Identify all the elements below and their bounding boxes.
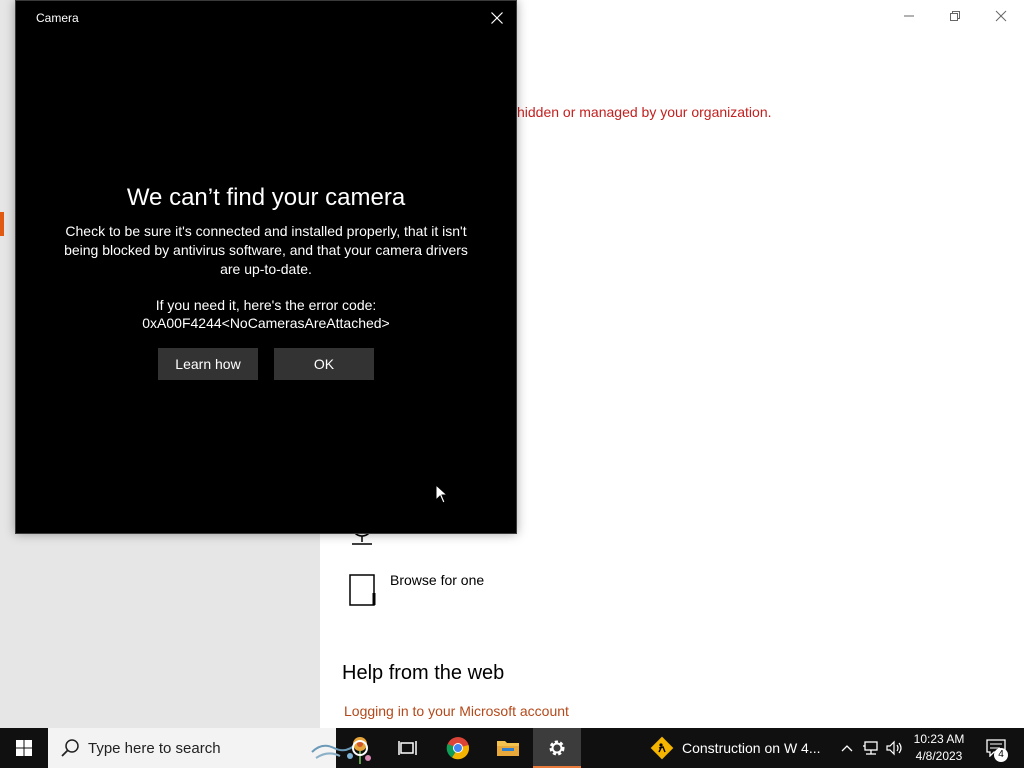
search-icon [61,739,79,757]
error-description: Check to be sure it's connected and inst… [64,223,468,277]
task-view-button[interactable] [384,728,432,768]
volume-button[interactable] [884,728,906,768]
task-view-icon [398,741,417,755]
browse-file-icon[interactable] [348,573,378,607]
file-explorer-taskbar-button[interactable] [484,728,532,768]
error-code: 0xA00F4244<NoCamerasAreAttached> [142,315,390,331]
clock-date: 4/8/2023 [915,749,963,763]
minimize-button[interactable] [886,0,932,32]
taskbar: Type here to search Construction on W 4.… [0,728,1024,768]
org-warning-text: hidden or managed by your organization. [517,104,772,120]
error-heading: We can’t find your camera [126,184,406,211]
close-icon [491,12,503,24]
network-button[interactable] [860,728,882,768]
cortana-icon [352,740,368,756]
camera-dialog-title: Camera [36,11,79,25]
construction-warning-icon [650,736,674,760]
sidebar-selected-indicator [0,212,4,236]
chrome-icon [446,737,470,760]
learn-how-button[interactable]: Learn how [158,348,258,380]
gear-icon [549,740,565,756]
news-weather-widget[interactable]: Construction on W 4... [650,728,821,768]
error-code-label: If you need it, here's the error code: [155,297,377,313]
windows-logo-icon [16,740,32,756]
chevron-up-icon [841,745,853,752]
settings-taskbar-button[interactable] [533,728,581,768]
news-headline: Construction on W 4... [682,740,821,756]
close-icon [995,10,1007,22]
notification-count-badge: 4 [994,748,1008,762]
ok-button[interactable]: OK [274,348,374,380]
help-heading: Help from the web [342,662,505,684]
taskbar-clock[interactable]: 10:23 AM 4/8/2023 [908,731,970,765]
folder-icon [497,741,519,756]
chrome-taskbar-button[interactable] [434,728,482,768]
settings-close-button[interactable] [978,0,1024,32]
restore-button[interactable] [932,0,978,32]
camera-dialog: Camera We can’t find your camera Check t… [15,0,517,534]
clock-time: 10:23 AM [913,732,965,746]
volume-icon [886,740,902,756]
help-link-microsoft-account[interactable]: Logging in to your Microsoft account [344,703,569,719]
network-icon [863,741,878,755]
restore-icon [950,11,960,21]
cortana-button[interactable] [336,728,384,768]
camera-close-button[interactable] [478,1,516,35]
show-hidden-icons-button[interactable] [836,728,858,768]
action-center-button[interactable] [978,728,1014,768]
search-placeholder: Type here to search [88,740,221,757]
minimize-icon [904,15,914,17]
taskbar-search-box[interactable]: Type here to search [48,728,371,768]
start-button[interactable] [0,728,48,768]
browse-for-one-link[interactable]: Browse for one [390,572,484,588]
mouse-cursor-icon [435,484,449,504]
